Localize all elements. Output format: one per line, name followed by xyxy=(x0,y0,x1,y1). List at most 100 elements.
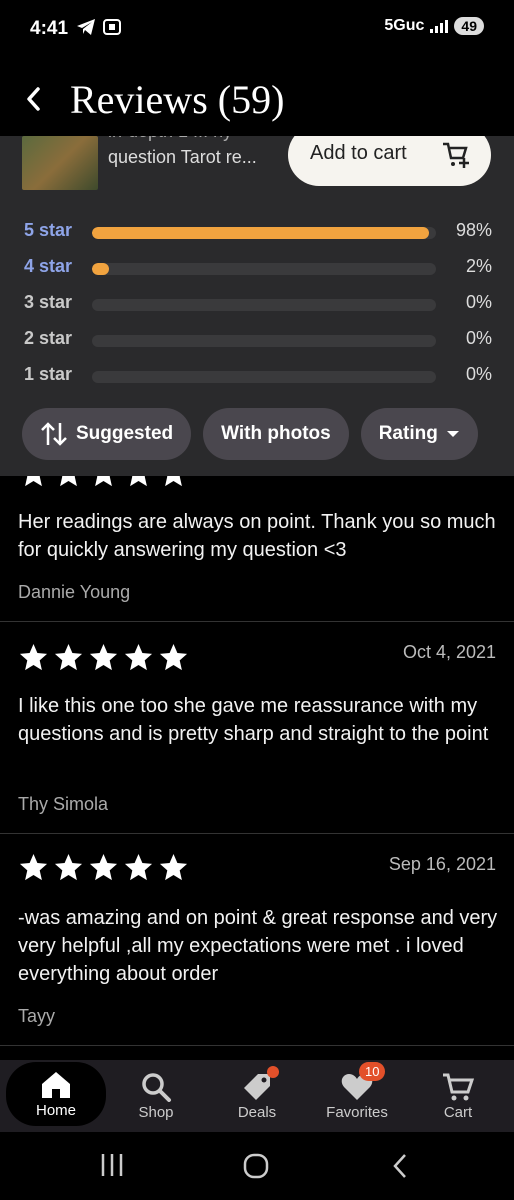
listing-thumbnail[interactable] xyxy=(22,136,98,190)
nav-home-label: Home xyxy=(35,1101,76,1119)
review-text: I like this one too she gave me reassura… xyxy=(18,695,489,745)
nav-cart[interactable]: Cart xyxy=(408,1060,508,1132)
status-bar: 4:41 5Guc 49 xyxy=(0,0,514,60)
with-photos-label: With photos xyxy=(221,423,331,444)
back-button-icon[interactable] xyxy=(390,1152,410,1180)
star-icon xyxy=(53,642,84,672)
rating-row-4[interactable]: 4 star 2% xyxy=(24,256,492,280)
star-icon xyxy=(123,642,154,672)
rating-label: 2 star xyxy=(24,328,73,348)
favorites-badge: 10 xyxy=(359,1062,386,1081)
status-icons xyxy=(76,18,122,36)
rating-row-2: 2 star 0% xyxy=(24,328,492,352)
header: Reviews (59) xyxy=(0,60,514,136)
star-icon xyxy=(88,642,119,672)
rating-label: 4 star xyxy=(24,256,73,276)
star-rating xyxy=(18,852,189,882)
rating-label: 3 star xyxy=(24,292,73,312)
rating-bar xyxy=(92,371,436,383)
rating-percent: 2% xyxy=(465,256,492,276)
reviewer-name[interactable]: Thy Simola xyxy=(18,794,108,815)
rating-bar-fill xyxy=(92,227,430,239)
rating-bar xyxy=(92,335,436,347)
star-icon xyxy=(158,852,189,882)
cart-plus-icon xyxy=(443,142,469,168)
home-icon xyxy=(42,1071,70,1098)
network-label: 5Guc xyxy=(384,17,425,34)
review-list[interactable]: Her readings are always on point. Thank … xyxy=(0,476,514,1060)
nav-favorites[interactable]: 10 Favorites xyxy=(307,1060,407,1132)
listing-title[interactable]: in-depth 1 ... ny question Tarot re... xyxy=(108,136,278,170)
rating-label: 1 star xyxy=(24,364,73,384)
star-icon xyxy=(53,476,84,488)
page-title: Reviews (59) xyxy=(70,77,285,122)
status-time: 4:41 xyxy=(30,18,69,39)
review-date: Sep 16, 2021 xyxy=(388,854,496,874)
filter-bar: Suggested With photos Rating xyxy=(22,408,478,460)
chevron-down-icon xyxy=(446,431,459,437)
rating-percent: 0% xyxy=(465,328,492,348)
star-icon xyxy=(123,476,154,488)
sort-suggested-button[interactable]: Suggested xyxy=(22,408,192,460)
star-icon xyxy=(123,852,154,882)
listing-title-line2: question Tarot re... xyxy=(108,147,257,167)
rating-bar xyxy=(92,263,436,275)
rating-label: 5 star xyxy=(24,220,73,240)
rating-row-5[interactable]: 5 star 98% xyxy=(24,220,492,244)
search-icon xyxy=(142,1072,171,1102)
star-icon xyxy=(18,852,49,882)
star-icon xyxy=(88,852,119,882)
nav-shop-label: Shop xyxy=(138,1103,174,1121)
status-right: 5Guc 49 xyxy=(384,17,484,35)
with-photos-button[interactable]: With photos xyxy=(203,408,349,460)
nav-shop[interactable]: Shop xyxy=(106,1060,206,1132)
review-text: -was amazing and on point & great respon… xyxy=(18,907,498,985)
review-item: Sep 16, 2021 -was amazing and on point &… xyxy=(0,834,514,1046)
nav-home[interactable]: Home xyxy=(6,1062,106,1126)
nav-favorites-label: Favorites xyxy=(326,1103,388,1121)
review-item: Her readings are always on point. Thank … xyxy=(0,476,514,622)
recent-apps-icon[interactable] xyxy=(100,1152,124,1178)
nav-deals[interactable]: Deals xyxy=(207,1060,307,1132)
rating-row-1: 1 star 0% xyxy=(24,364,492,388)
review-date: Oct 4, 2021 xyxy=(402,642,496,662)
rating-filter-label: Rating xyxy=(378,423,438,444)
rating-bar-fill xyxy=(92,263,110,275)
star-icon xyxy=(18,642,49,672)
nav-deals-label: Deals xyxy=(237,1103,277,1121)
star-icon xyxy=(158,642,189,672)
rating-percent: 0% xyxy=(465,364,492,384)
star-icon xyxy=(53,852,84,882)
battery-icon: 49 xyxy=(454,17,484,35)
star-rating xyxy=(18,642,189,672)
rating-percent: 98% xyxy=(455,220,492,240)
nav-cart-label: Cart xyxy=(443,1103,473,1121)
sort-suggested-label: Suggested xyxy=(76,423,174,444)
star-icon xyxy=(158,476,189,488)
signal-icon xyxy=(430,19,449,33)
rating-bar xyxy=(92,227,436,239)
review-item: Oct 4, 2021 I like this one too she gave… xyxy=(0,622,514,834)
add-to-cart-label: Add to cart xyxy=(310,142,407,164)
rating-summary: in-depth 1 ... ny question Tarot re... A… xyxy=(0,136,514,476)
reviewer-name[interactable]: Dannie Young xyxy=(18,582,130,603)
system-nav xyxy=(0,1132,514,1200)
deals-notification-dot xyxy=(267,1066,279,1078)
rating-percent: 0% xyxy=(465,292,492,312)
back-arrow-icon[interactable] xyxy=(22,84,46,114)
rating-bar xyxy=(92,299,436,311)
star-icon xyxy=(88,476,119,488)
add-to-cart-button[interactable]: Add to cart xyxy=(288,136,491,186)
rating-filter-button[interactable]: Rating xyxy=(360,408,478,460)
cart-icon xyxy=(443,1073,475,1100)
rating-row-3: 3 star 0% xyxy=(24,292,492,316)
sort-arrows-icon xyxy=(41,422,67,446)
bottom-nav: Home Shop Deals 10 Favorites Cart xyxy=(0,1060,514,1132)
star-rating xyxy=(18,476,189,488)
listing-title-line1: in-depth 1 ... ny xyxy=(108,136,278,144)
home-button-icon[interactable] xyxy=(242,1152,270,1180)
review-text: Her readings are always on point. Thank … xyxy=(18,511,496,561)
reviewer-name[interactable]: Tayy xyxy=(18,1006,55,1027)
star-icon xyxy=(18,476,49,488)
telegram-icon xyxy=(77,19,95,35)
